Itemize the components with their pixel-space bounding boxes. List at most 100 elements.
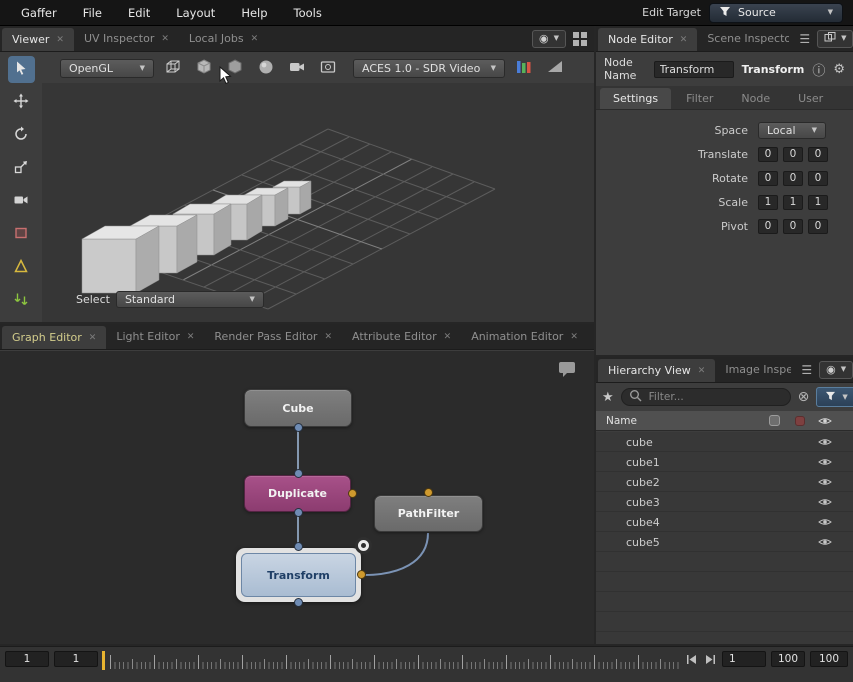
select-tool-button[interactable] — [8, 56, 35, 83]
tab-primitive-inspector[interactable]: Prim — [588, 324, 594, 349]
plug-pathfilter-in[interactable] — [424, 488, 433, 497]
menu-edit[interactable]: Edit — [115, 6, 163, 20]
pivot-y-field[interactable]: 0 — [783, 219, 803, 234]
pivot-z-field[interactable]: 0 — [808, 219, 828, 234]
filter-input[interactable] — [647, 390, 783, 404]
node-pathfilter[interactable]: PathFilter — [374, 495, 483, 532]
tab-user[interactable]: User — [785, 88, 836, 109]
tab-filter[interactable]: Filter — [673, 88, 726, 109]
tab-graph-editor[interactable]: Graph Editor ✕ — [2, 326, 106, 349]
close-icon[interactable]: ✕ — [89, 333, 97, 343]
plug-duplicate-side[interactable] — [348, 489, 357, 498]
tab-attribute-editor[interactable]: Attribute Editor ✕ — [342, 324, 461, 349]
exposure-button[interactable] — [543, 56, 567, 80]
viewport-3d[interactable]: Select Standard ▼ — [42, 83, 594, 322]
rotate-x-field[interactable]: 0 — [758, 171, 778, 186]
hierarchy-row-cube1[interactable]: cube1 — [596, 452, 853, 472]
close-icon[interactable]: ✕ — [570, 332, 578, 342]
eye-icon[interactable] — [812, 477, 837, 487]
hierarchy-row-cube5[interactable]: cube5 — [596, 532, 853, 552]
node-name-input[interactable] — [654, 61, 734, 78]
plug-transform-filter[interactable] — [357, 570, 366, 579]
render-column-icon[interactable] — [787, 416, 812, 426]
node-cube[interactable]: Cube — [244, 389, 352, 427]
hierarchy-row-cube[interactable]: cube — [596, 432, 853, 452]
light-tool-button[interactable] — [8, 254, 35, 281]
playhead-marker[interactable] — [102, 651, 105, 670]
camera-settings-button[interactable] — [285, 56, 309, 80]
tab-viewer[interactable]: Viewer ✕ — [2, 28, 74, 51]
wireframe-mode-button[interactable] — [161, 56, 185, 80]
renderer-dropdown[interactable]: OpenGL ▼ — [60, 59, 154, 78]
range-end-field[interactable]: 100 — [771, 651, 805, 667]
display-transform-dropdown[interactable]: ACES 1.0 - SDR Video ▼ — [353, 59, 505, 78]
translate-x-field[interactable]: 0 — [758, 147, 778, 162]
layout-grid-icon[interactable] — [573, 32, 587, 46]
scale-z-field[interactable]: 1 — [808, 195, 828, 210]
eye-icon[interactable] — [812, 437, 837, 447]
scale-x-field[interactable]: 1 — [758, 195, 778, 210]
tab-uv-inspector[interactable]: UV Inspector ✕ — [74, 26, 179, 51]
rotate-z-field[interactable]: 0 — [808, 171, 828, 186]
eye-icon[interactable] — [812, 517, 837, 527]
eye-icon[interactable] — [812, 457, 837, 467]
graph-canvas[interactable]: Cube Duplicate PathFilter Transform — [0, 351, 594, 644]
hierarchy-focus-menu-button[interactable]: ◉ ▼ — [819, 361, 853, 379]
translate-z-field[interactable]: 0 — [808, 147, 828, 162]
hierarchy-row-cube3[interactable]: cube3 — [596, 492, 853, 512]
plug-duplicate-in[interactable] — [294, 469, 303, 478]
close-icon[interactable]: ✕ — [161, 34, 169, 44]
star-icon[interactable]: ★ — [602, 390, 614, 405]
rotate-tool-button[interactable] — [8, 122, 35, 149]
filter-connection-indicator[interactable] — [355, 537, 372, 554]
pivot-x-field[interactable]: 0 — [758, 219, 778, 234]
rotate-y-field[interactable]: 0 — [783, 171, 803, 186]
hierarchy-row-cube4[interactable]: cube4 — [596, 512, 853, 532]
translate-tool-button[interactable] — [8, 89, 35, 116]
eye-icon[interactable] — [812, 537, 837, 547]
tab-scene-inspector[interactable]: Scene Inspecto — [697, 26, 799, 51]
tab-animation-editor[interactable]: Animation Editor ✕ — [461, 324, 588, 349]
hierarchy-row-cube2[interactable]: cube2 — [596, 472, 853, 492]
menu-file[interactable]: File — [70, 6, 115, 20]
scale-tool-button[interactable] — [8, 155, 35, 182]
tab-light-editor[interactable]: Light Editor ✕ — [106, 324, 204, 349]
close-icon[interactable]: ✕ — [56, 35, 64, 45]
render-view-button[interactable] — [316, 56, 340, 80]
tab-image-inspector[interactable]: Image Inspe — [715, 357, 801, 382]
viewer-focus-menu-button[interactable]: ◉ ▼ — [532, 30, 566, 48]
shading-column-icon[interactable] — [762, 415, 787, 426]
transform-constraint-tool-button[interactable] — [8, 287, 35, 314]
plug-cube-out[interactable] — [294, 423, 303, 432]
skip-to-start-button[interactable] — [684, 651, 698, 667]
menu-tools[interactable]: Tools — [281, 6, 335, 20]
close-icon[interactable]: ✕ — [680, 35, 688, 45]
tab-render-pass-editor[interactable]: Render Pass Editor ✕ — [204, 324, 342, 349]
current-frame-field[interactable]: 1 — [54, 651, 98, 667]
shaded-mode-button[interactable] — [223, 56, 247, 80]
menu-layout[interactable]: Layout — [163, 6, 228, 20]
sphere-display-button[interactable] — [254, 56, 278, 80]
range-start-field[interactable]: 1 — [5, 651, 49, 667]
filter-dropdown-button[interactable]: ▼ — [816, 387, 853, 407]
name-column-header[interactable]: Name — [606, 415, 762, 427]
tab-node[interactable]: Node — [728, 88, 783, 109]
play-button[interactable] — [703, 651, 717, 667]
plug-transform-in[interactable] — [294, 542, 303, 551]
crop-window-tool-button[interactable] — [8, 221, 35, 248]
channels-button[interactable] — [512, 56, 536, 80]
editor-focus-menu-button[interactable]: ▼ — [817, 30, 853, 48]
solid-mode-button[interactable] — [192, 56, 216, 80]
menu-help[interactable]: Help — [228, 6, 280, 20]
timeline-ruler[interactable] — [110, 652, 679, 669]
gear-icon[interactable]: ⚙ — [833, 62, 845, 77]
translate-y-field[interactable]: 0 — [783, 147, 803, 162]
total-end-field[interactable]: 100 — [810, 651, 848, 667]
tab-list-menu-icon[interactable]: ☰ — [799, 32, 810, 46]
close-icon[interactable]: ✕ — [187, 332, 195, 342]
scale-y-field[interactable]: 1 — [783, 195, 803, 210]
close-icon[interactable]: ✕ — [698, 366, 706, 376]
tab-local-jobs[interactable]: Local Jobs ✕ — [179, 26, 268, 51]
frame-field[interactable]: 1 — [722, 651, 766, 667]
tab-settings[interactable]: Settings — [600, 88, 671, 109]
